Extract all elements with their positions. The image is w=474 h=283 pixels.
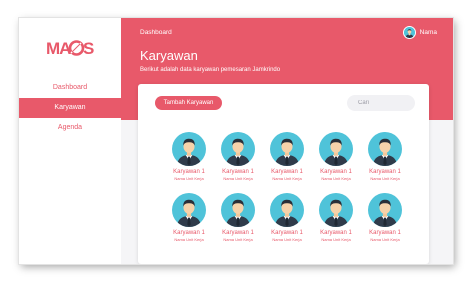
employee-name: Karyawan 1 bbox=[271, 230, 303, 236]
user-avatar-icon[interactable] bbox=[402, 26, 416, 39]
employee-avatar-icon bbox=[221, 193, 255, 227]
employee-item[interactable]: Karyawan 1 Nama Unit Kerja bbox=[312, 193, 360, 242]
employee-item[interactable]: Karyawan 1 Nama Unit Kerja bbox=[312, 132, 360, 181]
employee-name: Karyawan 1 bbox=[369, 230, 401, 236]
employee-unit: Nama Unit Kerja bbox=[321, 237, 351, 242]
page-subtitle: Berikut adalah data karyawan pemesaran J… bbox=[140, 67, 281, 73]
page-title: Karyawan bbox=[140, 48, 198, 63]
add-employee-button[interactable]: Tambah Karyawan bbox=[155, 96, 222, 110]
employee-unit: Nama Unit Kerja bbox=[174, 237, 204, 242]
employee-avatar-icon bbox=[172, 193, 206, 227]
employee-avatar-icon bbox=[319, 132, 353, 166]
employee-item[interactable]: Karyawan 1 Nama Unit Kerja bbox=[214, 193, 262, 242]
sidebar-item-dashboard[interactable]: Dashboard bbox=[19, 78, 121, 98]
employee-name: Karyawan 1 bbox=[320, 230, 352, 236]
employee-name: Karyawan 1 bbox=[173, 230, 205, 236]
employee-name: Karyawan 1 bbox=[222, 230, 254, 236]
employee-avatar-icon bbox=[270, 193, 304, 227]
user-name[interactable]: Nama bbox=[420, 29, 437, 36]
employee-item[interactable]: Karyawan 1 Nama Unit Kerja bbox=[214, 132, 262, 181]
employee-unit: Nama Unit Kerja bbox=[272, 176, 302, 181]
sidebar-item-karyawan[interactable]: Karyawan bbox=[19, 98, 121, 118]
employee-item[interactable]: Karyawan 1 Nama Unit Kerja bbox=[263, 193, 311, 242]
app-window: MA S Dashboard Karyawan Agenda Dashboard… bbox=[19, 18, 453, 264]
employee-avatar-icon bbox=[368, 132, 402, 166]
employee-item[interactable]: Karyawan 1 Nama Unit Kerja bbox=[361, 132, 409, 181]
employee-avatar-icon bbox=[368, 193, 402, 227]
svg-text:MA: MA bbox=[46, 39, 71, 58]
employee-unit: Nama Unit Kerja bbox=[272, 237, 302, 242]
employee-item[interactable]: Karyawan 1 Nama Unit Kerja bbox=[165, 132, 213, 181]
employee-unit: Nama Unit Kerja bbox=[370, 176, 400, 181]
employee-avatar-icon bbox=[172, 132, 206, 166]
employee-name: Karyawan 1 bbox=[320, 169, 352, 175]
employee-avatar-icon bbox=[319, 193, 353, 227]
user-menu[interactable]: Nama bbox=[402, 26, 437, 39]
svg-text:S: S bbox=[83, 39, 94, 58]
employee-item[interactable]: Karyawan 1 Nama Unit Kerja bbox=[263, 132, 311, 181]
employee-avatar-icon bbox=[221, 132, 255, 166]
employee-name: Karyawan 1 bbox=[271, 169, 303, 175]
employee-unit: Nama Unit Kerja bbox=[370, 237, 400, 242]
employee-card: Tambah Karyawan Karyawan 1 Nama Unit Ker… bbox=[138, 84, 429, 264]
employee-unit: Nama Unit Kerja bbox=[223, 176, 253, 181]
employee-item[interactable]: Karyawan 1 Nama Unit Kerja bbox=[361, 193, 409, 242]
employee-avatar-icon bbox=[270, 132, 304, 166]
sidebar: MA S Dashboard Karyawan Agenda bbox=[19, 18, 121, 264]
sidebar-item-agenda[interactable]: Agenda bbox=[19, 118, 121, 138]
employee-name: Karyawan 1 bbox=[369, 169, 401, 175]
employee-unit: Nama Unit Kerja bbox=[174, 176, 204, 181]
employee-unit: Nama Unit Kerja bbox=[321, 176, 351, 181]
search-input[interactable] bbox=[347, 95, 415, 111]
employee-name: Karyawan 1 bbox=[173, 169, 205, 175]
breadcrumb[interactable]: Dashboard bbox=[140, 29, 172, 36]
brand-logo: MA S bbox=[46, 39, 94, 58]
employee-unit: Nama Unit Kerja bbox=[223, 237, 253, 242]
employee-name: Karyawan 1 bbox=[222, 169, 254, 175]
employee-item[interactable]: Karyawan 1 Nama Unit Kerja bbox=[165, 193, 213, 242]
